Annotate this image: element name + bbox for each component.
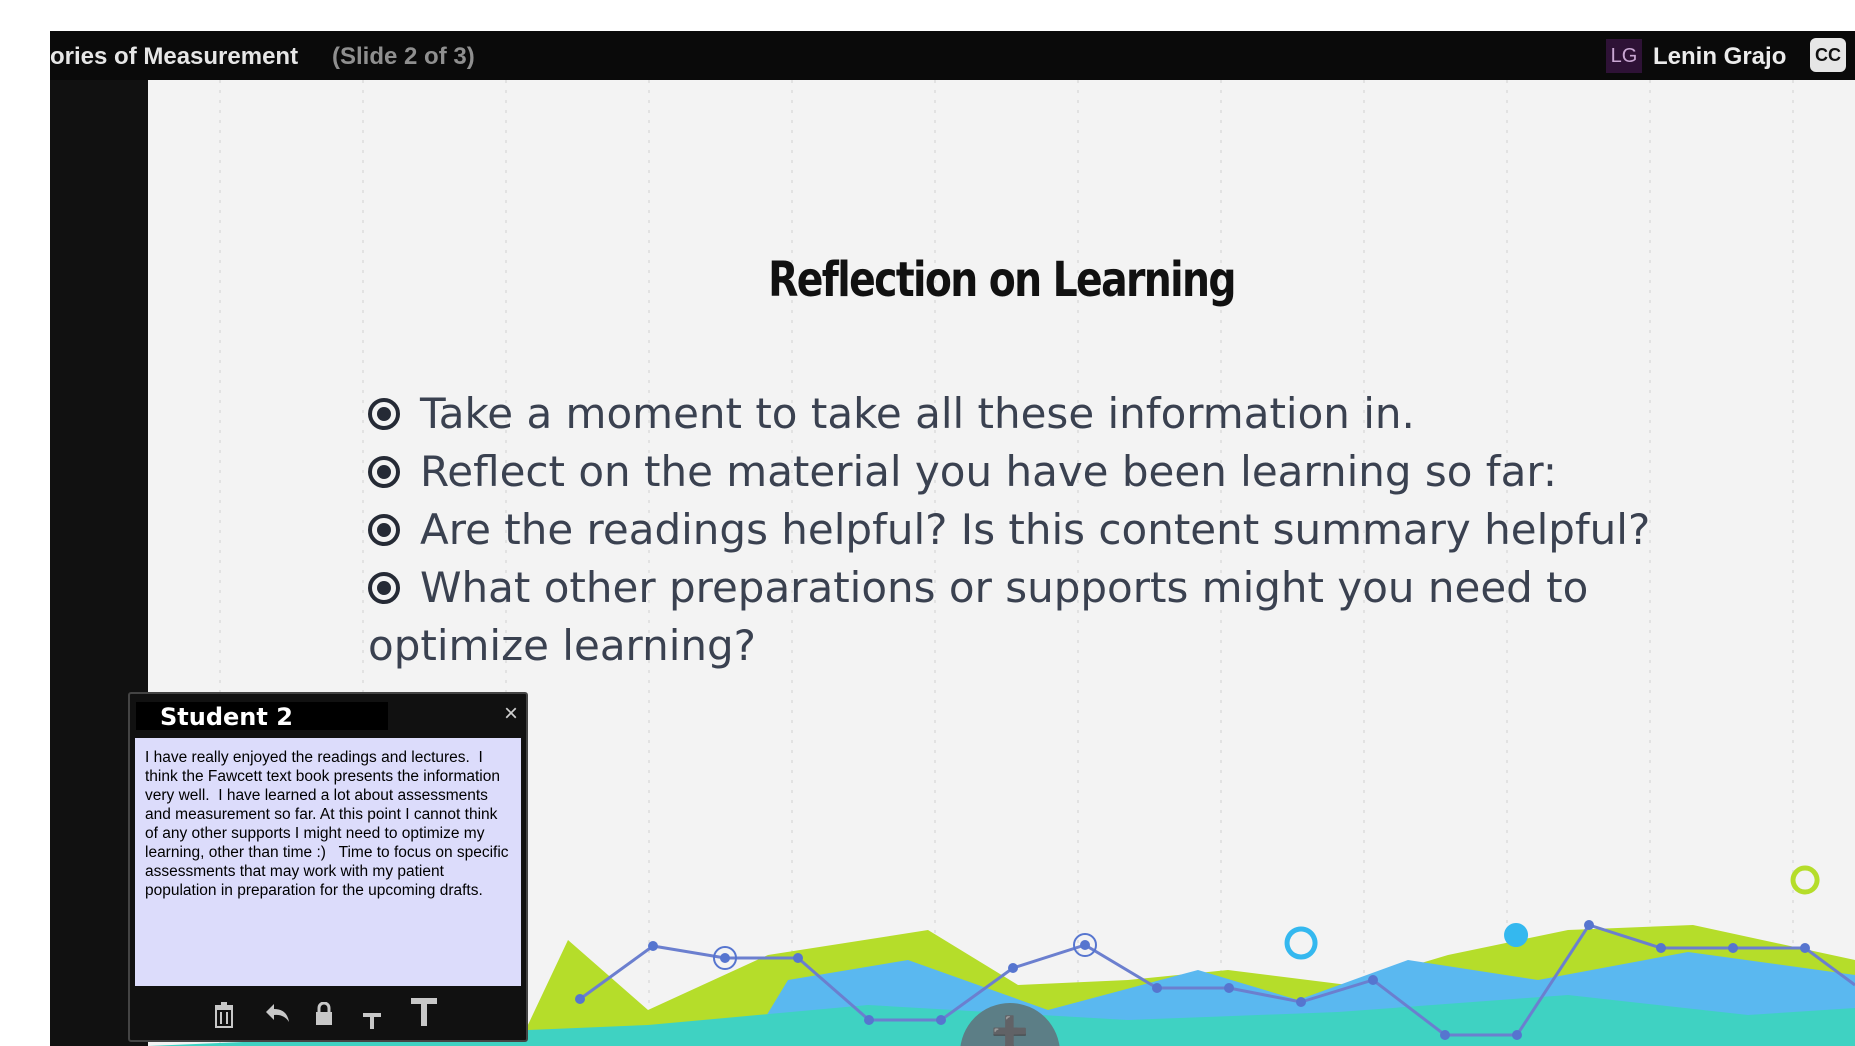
- text-large-icon[interactable]: [411, 998, 437, 1033]
- note-text[interactable]: I have really enjoyed the readings and l…: [135, 738, 521, 986]
- slide-counter: (Slide 2 of 3): [332, 43, 475, 70]
- closed-captions-button[interactable]: CC: [1810, 38, 1846, 72]
- student-note-panel[interactable]: Student 2 × I have really enjoyed the re…: [128, 692, 528, 1042]
- note-toolbar: [130, 990, 526, 1040]
- user-name[interactable]: Lenin Grajo: [1653, 43, 1786, 71]
- note-title: Student 2: [136, 702, 388, 731]
- reply-icon[interactable]: [264, 1002, 290, 1031]
- comment-plus-icon: ➕: [991, 1016, 1029, 1046]
- user-avatar[interactable]: LG: [1606, 39, 1642, 73]
- text-small-icon[interactable]: [363, 1008, 381, 1036]
- presentation-title: ories of Measurement: [50, 43, 299, 70]
- lock-icon[interactable]: [314, 1001, 334, 1033]
- trash-icon[interactable]: [213, 1002, 235, 1035]
- close-icon[interactable]: ×: [504, 700, 518, 728]
- top-bar: ories of Measurement (Slide 2 of 3) LG L…: [50, 31, 1855, 80]
